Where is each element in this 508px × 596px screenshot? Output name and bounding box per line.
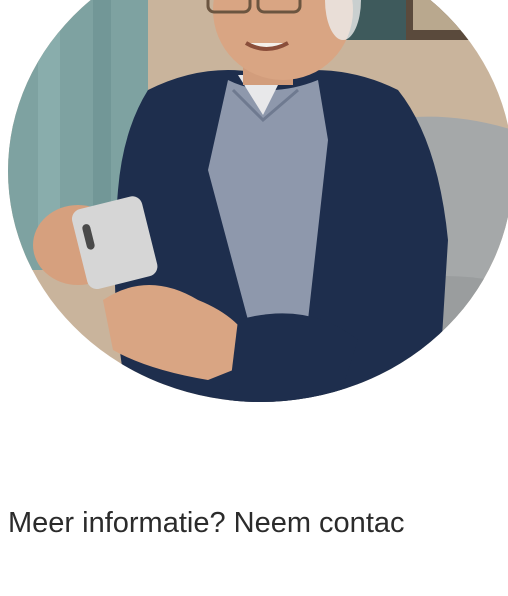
page: Meer informatie? Neem contac — [0, 0, 508, 596]
contact-cta-text: Meer informatie? Neem contac — [8, 507, 405, 539]
hero-photo — [8, 0, 508, 402]
photo-elderly-man-smartphone-icon — [8, 0, 508, 402]
